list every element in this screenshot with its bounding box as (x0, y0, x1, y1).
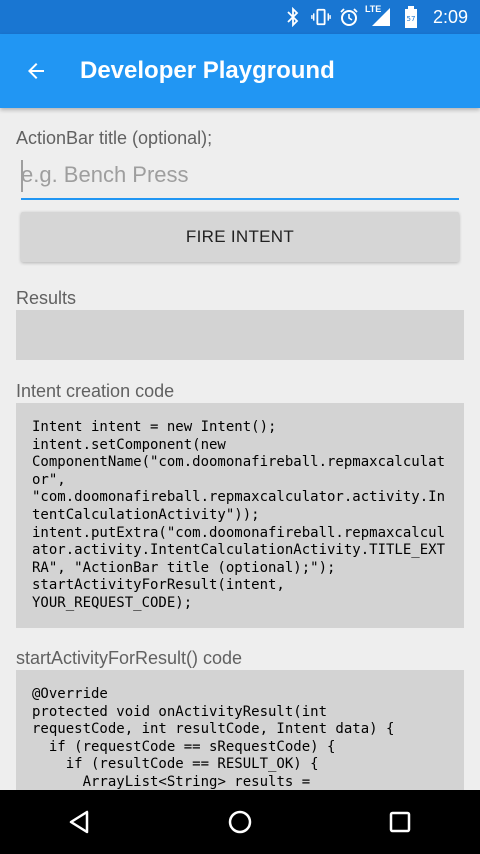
arrow-back-icon (28, 63, 44, 79)
recents-square-icon (389, 811, 411, 833)
status-clock: 2:09 (432, 6, 468, 27)
network-type-label: LTE (364, 4, 382, 14)
intent-code-label: Intent creation code (16, 381, 175, 401)
app-bar: Developer Playground (0, 34, 480, 108)
vibrate-icon (311, 7, 331, 27)
back-triangle-icon (69, 810, 89, 834)
back-button[interactable] (16, 51, 56, 91)
result-code-text: @Override protected void onActivityResul… (32, 686, 395, 790)
text-cursor (21, 160, 23, 192)
nav-back-button[interactable] (48, 790, 112, 854)
system-nav-bar (0, 790, 480, 854)
actionbar-title-field[interactable] (21, 152, 459, 200)
intent-code-box: Intent intent = new Intent(); intent.set… (16, 403, 464, 628)
battery-icon: 57 (401, 6, 421, 28)
page-title: Developer Playground (80, 57, 335, 84)
signal-icon: LTE (364, 4, 393, 27)
main-content[interactable]: ActionBar title (optional); FIRE INTENT … (0, 108, 480, 790)
alarm-icon (339, 7, 359, 27)
results-box (16, 310, 464, 360)
intent-code-text: Intent intent = new Intent(); intent.set… (32, 419, 446, 611)
bluetooth-icon (283, 7, 303, 27)
result-code-box: @Override protected void onActivityResul… (16, 670, 464, 790)
result-code-label: startActivityForResult() code (16, 648, 243, 668)
actionbar-title-input[interactable] (21, 152, 459, 198)
svg-text:57: 57 (406, 15, 415, 23)
status-bar: LTE 57 2:09 (0, 0, 480, 34)
nav-recents-button[interactable] (368, 790, 432, 854)
nav-home-button[interactable] (208, 790, 272, 854)
actionbar-title-label: ActionBar title (optional); (16, 128, 213, 148)
fire-intent-button[interactable]: FIRE INTENT (21, 212, 459, 262)
results-label: Results (16, 288, 77, 308)
home-circle-icon (228, 810, 252, 834)
